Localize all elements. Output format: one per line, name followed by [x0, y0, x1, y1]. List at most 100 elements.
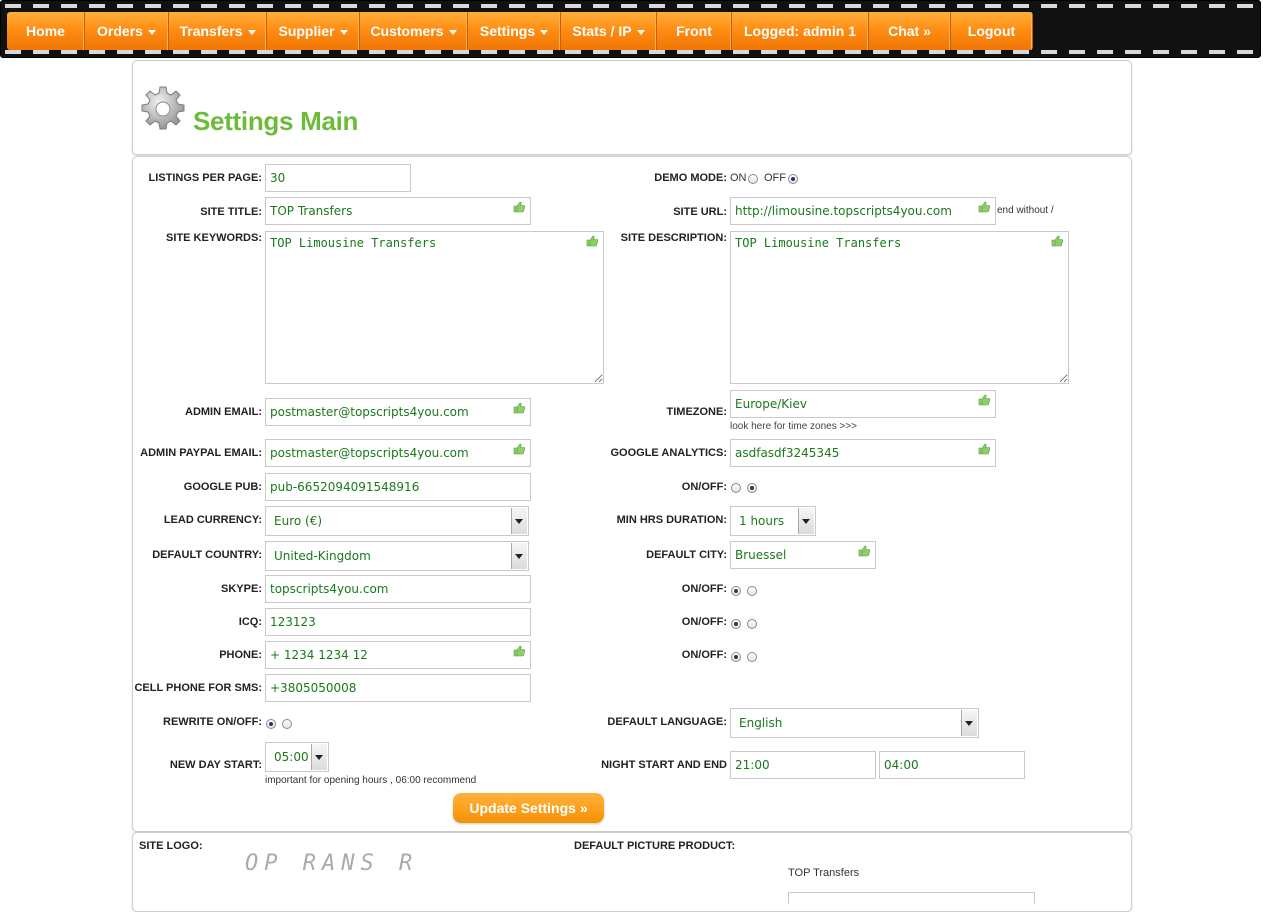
nav-item-stats-ip[interactable]: Stats / IP	[561, 12, 657, 50]
google-pub-on-radio[interactable]	[731, 483, 741, 493]
nav-label: Supplier	[278, 23, 335, 39]
nav-label: Logged: admin 1	[744, 23, 856, 39]
google-pub-input[interactable]	[265, 473, 531, 501]
dropdown-arrow-icon	[798, 508, 814, 534]
min-hrs-duration-value: 1 hours	[739, 514, 785, 528]
product-caption: TOP Transfers	[788, 867, 860, 879]
site-logo-image: OP RANS R	[245, 851, 419, 876]
icq-on-radio[interactable]	[731, 619, 741, 629]
nav-label: Stats / IP	[572, 23, 632, 39]
gear-icon	[141, 86, 185, 130]
nav-item-home[interactable]: Home	[7, 12, 85, 50]
product-picture-input[interactable]	[788, 892, 1035, 904]
thumbs-up-icon	[586, 235, 598, 247]
caret-down-icon	[247, 29, 256, 35]
thumbs-up-icon	[978, 443, 990, 455]
nav-label: Transfers	[179, 23, 243, 39]
site-url-label: SITE URL:	[673, 206, 727, 218]
default-country-label: DEFAULT COUNTRY:	[152, 549, 262, 561]
demo-mode-on-radio[interactable]	[748, 174, 758, 184]
demo-mode-off-label: OFF	[764, 172, 786, 184]
cell-phone-sms-input[interactable]	[265, 674, 531, 702]
admin-email-label: ADMIN EMAIL:	[185, 406, 262, 418]
google-analytics-input[interactable]	[730, 439, 996, 467]
site-description-label: SITE DESCRIPTION:	[620, 232, 727, 244]
thumbs-up-icon	[513, 402, 525, 414]
skype-on-radio[interactable]	[731, 586, 741, 596]
night-end-input[interactable]	[879, 751, 1025, 779]
page-title: Settings Main	[193, 106, 359, 136]
lead-currency-value: Euro (€)	[274, 514, 323, 528]
new-day-start-select[interactable]: 05:00	[265, 742, 329, 772]
nav-item-transfers[interactable]: Transfers	[169, 12, 267, 50]
new-day-start-label: NEW DAY START:	[169, 759, 262, 771]
nav-item-front[interactable]: Front	[657, 12, 732, 50]
caret-down-icon	[540, 29, 549, 35]
nav-item-logout[interactable]: Logout	[951, 12, 1033, 50]
icq-input[interactable]	[265, 608, 531, 636]
site-url-input[interactable]	[730, 197, 996, 225]
night-start-end-label: NIGHT START AND END	[601, 759, 727, 771]
phone-input[interactable]	[265, 641, 531, 669]
icq-off-radio[interactable]	[747, 619, 757, 629]
thumbs-up-icon	[513, 645, 525, 657]
phone-on-radio[interactable]	[731, 652, 741, 662]
top-navigation: Home Orders Transfers Supplier Customers…	[0, 0, 1261, 58]
nav-dash-decoration	[5, 4, 1256, 8]
site-keywords-textarea[interactable]: TOP Limousine Transfers	[265, 231, 604, 384]
thumbs-up-icon	[1051, 235, 1063, 247]
google-pub-off-radio[interactable]	[747, 483, 757, 493]
nav-item-logged-user[interactable]: Logged: admin 1	[732, 12, 869, 50]
icq-label: ICQ:	[238, 616, 262, 628]
admin-paypal-email-input[interactable]	[265, 439, 531, 467]
nav-item-supplier[interactable]: Supplier	[267, 12, 360, 50]
site-title-input[interactable]	[265, 197, 531, 225]
nav-item-chat[interactable]: Chat »	[869, 12, 951, 50]
skype-off-radio[interactable]	[747, 586, 757, 596]
nav-item-settings[interactable]: Settings	[468, 12, 561, 50]
timezone-help-link[interactable]: look here for time zones >>>	[730, 421, 857, 432]
thumbs-up-icon	[858, 545, 870, 557]
update-settings-button[interactable]: Update Settings »	[453, 793, 604, 823]
thumbs-up-icon	[513, 443, 525, 455]
phone-off-radio[interactable]	[747, 652, 757, 662]
google-analytics-label: GOOGLE ANALYTICS:	[610, 447, 727, 459]
site-url-hint: end without /	[997, 205, 1054, 216]
new-day-start-hint: important for opening hours , 06:00 reco…	[265, 775, 477, 786]
nav-label: Settings	[479, 23, 536, 39]
default-country-select[interactable]: United-Kingdom	[265, 541, 529, 571]
site-logo-label: SITE LOGO:	[139, 840, 203, 852]
listings-per-page-input[interactable]	[265, 164, 411, 192]
rewrite-off-radio[interactable]	[282, 719, 292, 729]
default-city-label: DEFAULT CITY:	[646, 549, 727, 561]
dropdown-arrow-icon	[961, 710, 977, 736]
caret-down-icon	[147, 29, 156, 35]
min-hrs-duration-select[interactable]: 1 hours	[730, 506, 816, 536]
timezone-input[interactable]	[730, 390, 996, 418]
demo-mode-on-label: ON	[730, 172, 747, 184]
listings-per-page-label: LISTINGS PER PAGE:	[148, 172, 262, 184]
default-language-label: DEFAULT LANGUAGE:	[607, 716, 727, 728]
skype-label: SKYPE:	[221, 583, 262, 595]
default-language-select[interactable]: English	[730, 708, 979, 738]
lead-currency-label: LEAD CURRENCY:	[163, 514, 262, 526]
default-city-input[interactable]	[730, 541, 876, 569]
site-title-label: SITE TITLE:	[200, 206, 262, 218]
lead-currency-select[interactable]: Euro (€)	[265, 506, 529, 536]
night-start-input[interactable]	[730, 751, 876, 779]
demo-mode-label: DEMO MODE:	[654, 172, 727, 184]
caret-down-icon	[448, 29, 457, 35]
nav-item-customers[interactable]: Customers	[360, 12, 468, 50]
nav-label: Orders	[97, 23, 143, 39]
admin-email-input[interactable]	[265, 398, 531, 426]
nav-label: Chat »	[888, 23, 931, 39]
phone-onoff-label: ON/OFF:	[681, 649, 727, 661]
site-description-textarea[interactable]: TOP Limousine Transfers	[730, 231, 1069, 384]
cell-phone-sms-label: CELL PHONE FOR SMS:	[134, 682, 262, 694]
icq-onoff-label: ON/OFF:	[681, 616, 727, 628]
nav-item-orders[interactable]: Orders	[85, 12, 169, 50]
rewrite-on-radio[interactable]	[266, 719, 276, 729]
skype-input[interactable]	[265, 575, 531, 603]
nav-bar: Home Orders Transfers Supplier Customers…	[7, 12, 1033, 50]
demo-mode-off-radio[interactable]	[788, 174, 798, 184]
